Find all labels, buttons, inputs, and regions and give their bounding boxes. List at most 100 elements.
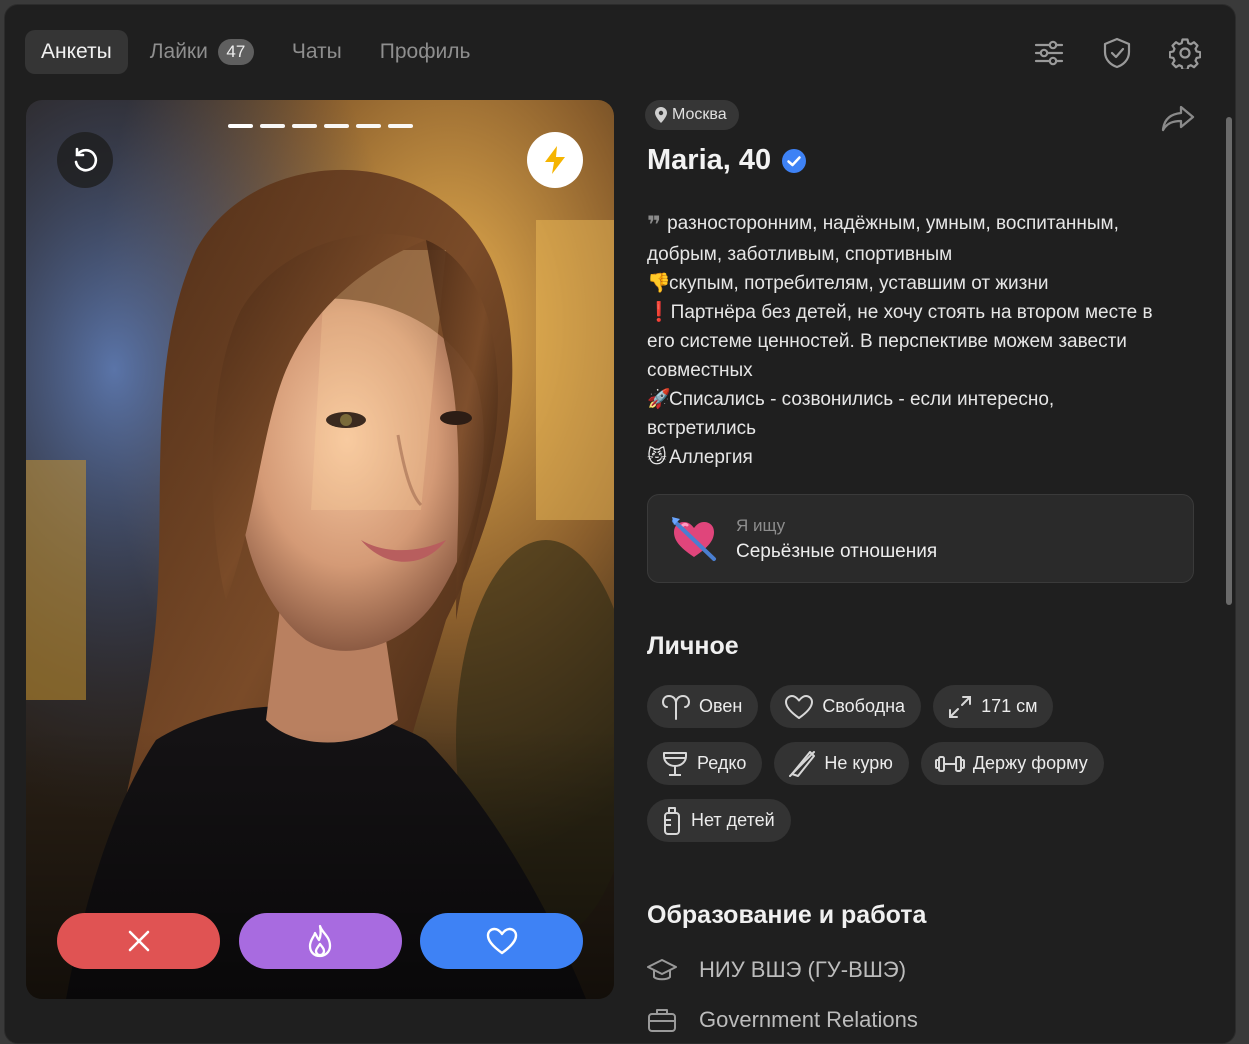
app-window: Анкеты Лайки 47 Чаты Профиль Москва Mari… [4, 4, 1236, 1044]
map-pin-icon [655, 107, 667, 123]
quote-icon: ❞ [647, 212, 662, 239]
swipe-actions [57, 913, 583, 969]
about-line: ❗Партнёра без детей, не хочу стоять на в… [647, 298, 1199, 327]
likes-count-badge: 47 [217, 39, 254, 65]
looking-for-card: Я ищу Серьёзные отношения [647, 494, 1194, 583]
dumbbell-icon [934, 755, 965, 772]
work-label: Government Relations [699, 1007, 918, 1032]
tab-label: Анкеты [41, 40, 112, 63]
about-line: 🚀Списались - созвонились - если интересн… [647, 385, 1199, 414]
expand-arrows-icon [949, 695, 972, 718]
about-line-text: разносторонним, надёжным, умным, воспита… [667, 213, 1119, 234]
like-button[interactable] [420, 913, 583, 969]
exclamation-icon: ❗ [647, 302, 671, 323]
chip-fitness: Держу форму [920, 742, 1104, 785]
about-line-text: Списались - созвонились - если интересно… [669, 389, 1055, 410]
looking-for-value: Серьёзные отношения [736, 541, 938, 562]
photo-progress [26, 124, 614, 128]
profile-info-panel: Москва Maria, 40 ❞ разносторонним, надёжн… [645, 100, 1205, 1040]
chip-zodiac: Овен [647, 685, 759, 728]
share-button[interactable] [1161, 104, 1195, 137]
education-label: НИУ ВШЭ (ГУ-ВШЭ) [699, 957, 907, 982]
superlike-flame-icon [308, 924, 332, 958]
photo-progress-segment[interactable] [227, 124, 253, 128]
dislike-button[interactable] [57, 913, 220, 969]
rocket-icon: 🚀 [647, 389, 671, 410]
about-line: встретились [647, 414, 1199, 443]
boost-button[interactable] [527, 132, 583, 188]
education-item: НИУ ВШЭ (ГУ-ВШЭ) [647, 945, 1207, 995]
filters-icon[interactable] [1031, 35, 1067, 71]
scrollbar[interactable] [1226, 105, 1232, 1032]
photo-progress-segment[interactable] [355, 124, 381, 128]
chip-row: Овен Свободна 171 см [647, 685, 1207, 728]
work-item: Government Relations [647, 995, 1207, 1043]
about-line-text: встретились [647, 418, 756, 439]
personal-chips: Овен Свободна 171 см Редко Не курю Держу… [647, 685, 1207, 856]
photo-progress-segment[interactable] [323, 124, 349, 128]
about-line-text: его системе ценностей. В перспективе мож… [647, 331, 1127, 352]
aries-icon [661, 694, 691, 720]
chip-children: Нет детей [647, 799, 791, 842]
about-line: ❞ разносторонним, надёжным, умным, воспит… [647, 209, 1199, 240]
about-line-text: Аллергия [669, 447, 753, 468]
gear-icon[interactable] [1167, 35, 1203, 71]
photo-progress-segment[interactable] [387, 124, 413, 128]
profile-name: Maria, 40 [647, 144, 807, 177]
profile-photo-card[interactable] [26, 100, 614, 999]
education-section-title: Образование и работа [647, 901, 927, 929]
scrollbar-thumb[interactable] [1226, 117, 1232, 605]
graduation-cap-icon [647, 959, 677, 981]
tab-profile[interactable]: Профиль [364, 30, 487, 74]
cat-icon: 😼 [647, 447, 667, 468]
heart-arrow-icon [672, 517, 716, 561]
about-line-text: Партнёра без детей, не хочу стоять на вт… [670, 302, 1153, 323]
share-icon [1161, 105, 1195, 132]
chip-row: Редко Не курю Держу форму [647, 742, 1207, 785]
profile-photo [26, 100, 614, 999]
about-line: 😼 Аллергия [647, 443, 1199, 472]
location-text: Москва [672, 106, 727, 123]
chip-alcohol: Редко [647, 742, 763, 785]
like-heart-icon [486, 927, 517, 955]
about-line: 👎скупым, потребителям, уставшим от жизни [647, 269, 1199, 298]
verified-check-icon [782, 148, 807, 173]
about-line: его системе ценностей. В перспективе мож… [647, 327, 1199, 356]
chip-label: Держу форму [972, 753, 1088, 773]
photo-progress-segment[interactable] [291, 124, 317, 128]
dislike-x-icon [128, 930, 149, 952]
tab-profiles[interactable]: Анкеты [25, 30, 128, 74]
tab-likes[interactable]: Лайки 47 [134, 30, 270, 74]
no-smoking-icon [789, 750, 816, 777]
education-list: НИУ ВШЭ (ГУ-ВШЭ) Government Relations [647, 945, 1207, 1043]
chip-label: Овен [699, 696, 743, 716]
chip-label: Редко [697, 753, 747, 773]
undo-icon [74, 147, 98, 172]
chip-height: 171 см [933, 685, 1054, 728]
personal-section-title: Личное [647, 632, 739, 660]
about-line-text: совместных [647, 360, 753, 381]
top-actions [1031, 35, 1203, 71]
heart-outline-icon [785, 694, 814, 719]
chip-label: Нет детей [691, 810, 775, 830]
about-line-text: скупым, потребителям, уставшим от жизни [669, 273, 1049, 294]
tab-chats[interactable]: Чаты [276, 30, 358, 74]
photo-progress-segment[interactable] [259, 124, 285, 128]
name-age: Maria, 40 [647, 144, 772, 176]
tab-label: Профиль [379, 40, 471, 63]
chip-relationship: Свободна [770, 685, 922, 728]
top-nav: Анкеты Лайки 47 Чаты Профиль [25, 30, 492, 74]
briefcase-icon [648, 1009, 676, 1032]
chip-label: 171 см [981, 696, 1038, 716]
location-badge: Москва [645, 100, 739, 130]
undo-button[interactable] [57, 132, 113, 188]
about-text: ❞ разносторонним, надёжным, умным, воспит… [647, 209, 1199, 472]
chip-label: Свободна [822, 696, 906, 716]
about-line: совместных [647, 356, 1199, 385]
wine-glass-icon [663, 751, 687, 776]
superlike-button[interactable] [238, 913, 402, 969]
shield-check-icon[interactable] [1099, 35, 1135, 71]
chip-row: Нет детей [647, 799, 1207, 842]
thumbs-down-icon: 👎 [647, 273, 671, 294]
baby-bottle-icon [664, 806, 680, 835]
